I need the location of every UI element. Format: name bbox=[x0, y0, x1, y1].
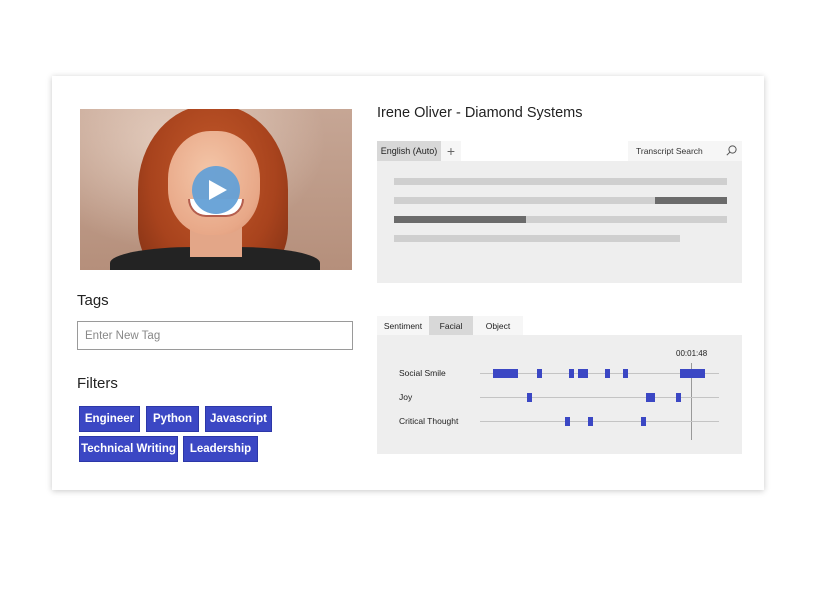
search-icon[interactable] bbox=[726, 145, 737, 156]
timeline-marker[interactable] bbox=[588, 417, 593, 426]
timeline-track bbox=[480, 421, 719, 422]
analytics-panel: Sentiment Facial Object 00:01:48 Social … bbox=[377, 316, 742, 454]
tab-object[interactable]: Object bbox=[473, 316, 523, 335]
video-player[interactable] bbox=[80, 109, 352, 270]
timeline-marker[interactable] bbox=[493, 369, 518, 378]
tab-english-auto[interactable]: English (Auto) bbox=[377, 141, 441, 161]
transcript-line[interactable] bbox=[394, 235, 680, 242]
timeline-marker[interactable] bbox=[569, 369, 574, 378]
timeline-marker[interactable] bbox=[605, 369, 610, 378]
tab-strip-spacer bbox=[461, 141, 628, 161]
filter-chip-engineer[interactable]: Engineer bbox=[79, 406, 140, 432]
filter-chip-technical-writing[interactable]: Technical Writing bbox=[79, 436, 178, 462]
timeline-marker[interactable] bbox=[623, 369, 628, 378]
transcript-panel: English (Auto) + Transcript Search bbox=[377, 141, 742, 283]
facial-timeline: 00:01:48 Social Smile Joy Critical Thoug… bbox=[377, 335, 742, 454]
transcript-search-field[interactable]: Transcript Search bbox=[628, 141, 742, 161]
add-language-button[interactable]: + bbox=[441, 141, 461, 161]
timeline-marker[interactable] bbox=[565, 417, 570, 426]
tab-sentiment[interactable]: Sentiment bbox=[377, 316, 429, 335]
timeline-marker[interactable] bbox=[537, 369, 542, 378]
filters-heading: Filters bbox=[77, 375, 118, 392]
timeline-marker[interactable] bbox=[676, 393, 681, 402]
play-button[interactable] bbox=[192, 166, 240, 214]
filter-chip-python[interactable]: Python bbox=[146, 406, 199, 432]
timeline-marker[interactable] bbox=[646, 393, 655, 402]
transcript-line[interactable] bbox=[394, 178, 727, 185]
transcript-line[interactable] bbox=[394, 216, 727, 223]
timeline-marker[interactable] bbox=[527, 393, 532, 402]
tab-facial[interactable]: Facial bbox=[429, 316, 473, 335]
transcript-highlight bbox=[655, 197, 727, 204]
timeline-track bbox=[480, 397, 719, 398]
playhead-timecode: 00:01:48 bbox=[676, 349, 708, 358]
transcript-search-label: Transcript Search bbox=[636, 146, 703, 156]
new-tag-input[interactable] bbox=[77, 321, 353, 350]
transcript-line[interactable] bbox=[394, 197, 727, 204]
filter-chip-leadership[interactable]: Leadership bbox=[183, 436, 258, 462]
timeline-marker[interactable] bbox=[578, 369, 588, 378]
candidate-title: Irene Oliver - Diamond Systems bbox=[377, 105, 583, 121]
filter-chip-javascript[interactable]: Javascript bbox=[205, 406, 272, 432]
row-label-joy: Joy bbox=[399, 392, 413, 402]
candidate-card: Tags Filters Engineer Python Javascript … bbox=[52, 76, 764, 490]
timeline-marker[interactable] bbox=[680, 369, 705, 378]
timeline-marker[interactable] bbox=[641, 417, 646, 426]
transcript-highlight bbox=[394, 216, 526, 223]
row-label-critical-thought: Critical Thought bbox=[399, 416, 459, 426]
tags-heading: Tags bbox=[77, 292, 109, 309]
row-label-social-smile: Social Smile bbox=[399, 368, 446, 378]
play-icon bbox=[209, 180, 227, 200]
